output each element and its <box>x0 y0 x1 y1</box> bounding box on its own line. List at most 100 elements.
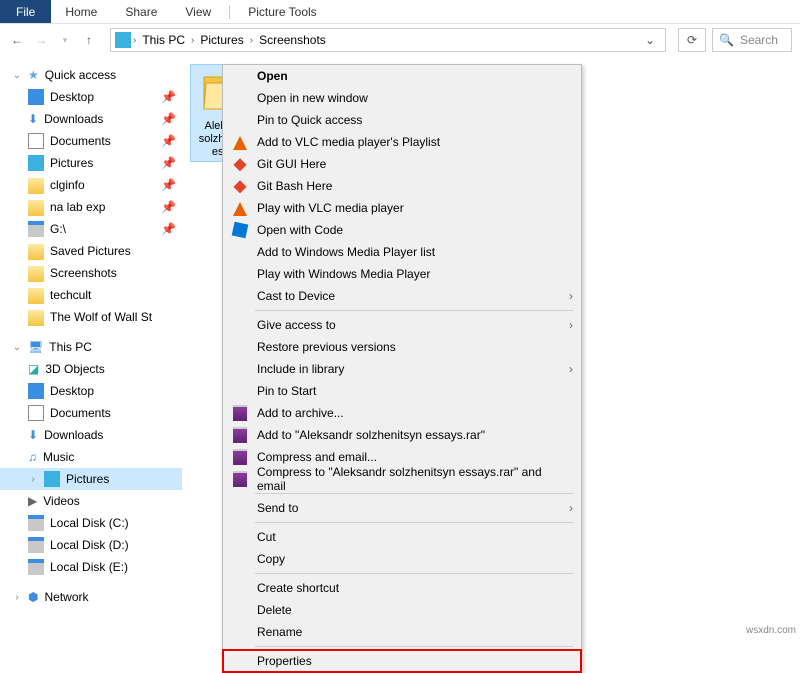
sidebar-item-techcult[interactable]: techcult <box>0 284 182 306</box>
sidebar-item-wolfwallst[interactable]: The Wolf of Wall St <box>0 306 182 328</box>
menu-label: Send to <box>257 501 561 515</box>
chevron-right-icon: › <box>569 289 573 303</box>
breadcrumb-thispc[interactable]: This PC <box>138 33 189 47</box>
vscode-icon <box>231 221 249 239</box>
sidebar-item-desktop2[interactable]: Desktop <box>0 380 182 402</box>
tab-home[interactable]: Home <box>51 1 111 23</box>
chevron-right-icon: › <box>569 318 573 332</box>
sidebar-item-pictures[interactable]: Pictures📌 <box>0 152 182 174</box>
tab-picture-tools[interactable]: Picture Tools <box>234 1 330 23</box>
menu-pin-quick-access[interactable]: Pin to Quick access <box>223 109 581 131</box>
menu-play-wmp[interactable]: Play with Windows Media Player <box>223 263 581 285</box>
menu-label: Open <box>257 69 573 83</box>
menu-play-vlc[interactable]: Play with VLC media player <box>223 197 581 219</box>
sidebar-label: This PC <box>49 340 92 354</box>
sidebar-item-documents2[interactable]: Documents <box>0 402 182 424</box>
chevron-right-icon[interactable]: › <box>250 35 253 46</box>
menu-create-shortcut[interactable]: Create shortcut <box>223 577 581 599</box>
search-placeholder: Search <box>740 33 778 47</box>
menu-cut[interactable]: Cut <box>223 526 581 548</box>
3d-icon: ◪ <box>28 362 39 376</box>
sidebar-this-pc[interactable]: ⌄ 🖥 This PC <box>0 336 182 358</box>
menu-include-library[interactable]: Include in library› <box>223 358 581 380</box>
winrar-icon <box>231 470 249 488</box>
menu-label: Pin to Quick access <box>257 113 573 127</box>
pin-icon: 📌 <box>161 178 176 192</box>
sidebar-item-label: clginfo <box>50 178 85 192</box>
sidebar-item-documents[interactable]: Documents📌 <box>0 130 182 152</box>
music-icon: ♫ <box>28 450 37 464</box>
chevron-right-icon[interactable]: › <box>28 474 38 485</box>
recent-dropdown[interactable]: ▾ <box>56 31 74 49</box>
breadcrumb-pictures[interactable]: Pictures <box>196 33 247 47</box>
search-input[interactable]: 🔍 Search <box>712 28 792 52</box>
sidebar-item-localc[interactable]: Local Disk (C:) <box>0 512 182 534</box>
menu-restore[interactable]: Restore previous versions <box>223 336 581 358</box>
menu-open-new-window[interactable]: Open in new window <box>223 87 581 109</box>
sidebar-item-pictures2[interactable]: ›Pictures <box>0 468 182 490</box>
context-menu: Open Open in new window Pin to Quick acc… <box>222 64 582 673</box>
tab-file[interactable]: File <box>0 0 51 23</box>
folder-icon <box>28 310 44 326</box>
menu-open[interactable]: Open <box>223 65 581 87</box>
search-icon: 🔍 <box>719 33 734 47</box>
tab-separator <box>229 5 230 19</box>
menu-label: Open in new window <box>257 91 573 105</box>
breadcrumb[interactable]: › This PC › Pictures › Screenshots ⌄ <box>110 28 666 52</box>
sidebar-item-label: Desktop <box>50 384 94 398</box>
sidebar-item-screenshots[interactable]: Screenshots <box>0 262 182 284</box>
sidebar-item-locale[interactable]: Local Disk (E:) <box>0 556 182 578</box>
chevron-down-icon[interactable]: ⌄ <box>12 70 22 81</box>
sidebar-item-nalabexp[interactable]: na lab exp📌 <box>0 196 182 218</box>
breadcrumb-screenshots[interactable]: Screenshots <box>255 33 330 47</box>
menu-pin-start[interactable]: Pin to Start <box>223 380 581 402</box>
sidebar-quick-access[interactable]: ⌄ ★ Quick access <box>0 64 182 86</box>
menu-give-access[interactable]: Give access to› <box>223 314 581 336</box>
menu-label: Open with Code <box>257 223 573 237</box>
menu-label: Include in library <box>257 362 561 376</box>
menu-git-bash[interactable]: ◆Git Bash Here <box>223 175 581 197</box>
sidebar-item-videos[interactable]: ▶Videos <box>0 490 182 512</box>
back-button[interactable]: ← <box>8 31 26 49</box>
menu-separator <box>255 646 573 647</box>
menu-send-to[interactable]: Send to› <box>223 497 581 519</box>
sidebar-item-desktop[interactable]: Desktop📌 <box>0 86 182 108</box>
refresh-button[interactable]: ⟳ <box>678 28 706 52</box>
chevron-right-icon[interactable]: › <box>133 35 136 46</box>
forward-button[interactable]: → <box>32 31 50 49</box>
menu-delete[interactable]: Delete <box>223 599 581 621</box>
menu-label: Pin to Start <box>257 384 573 398</box>
breadcrumb-dropdown[interactable]: ⌄ <box>639 33 661 47</box>
menu-compress-rar-email[interactable]: Compress to "Aleksandr solzhenitsyn essa… <box>223 468 581 490</box>
winrar-icon <box>231 448 249 466</box>
chevron-right-icon[interactable]: › <box>12 592 22 603</box>
sidebar-item-label: Downloads <box>44 428 103 442</box>
up-button[interactable]: ↑ <box>80 31 98 49</box>
sidebar-item-downloads[interactable]: ⬇Downloads📌 <box>0 108 182 130</box>
sidebar-item-label: G:\ <box>50 222 66 236</box>
tab-view[interactable]: View <box>171 1 225 23</box>
tab-share[interactable]: Share <box>111 1 171 23</box>
chevron-down-icon[interactable]: ⌄ <box>12 342 22 353</box>
menu-rename[interactable]: Rename <box>223 621 581 643</box>
menu-label: Copy <box>257 552 573 566</box>
menu-properties[interactable]: Properties <box>223 650 581 672</box>
desktop-icon <box>28 383 44 399</box>
menu-add-vlc-playlist[interactable]: Add to VLC media player's Playlist <box>223 131 581 153</box>
menu-cast-device[interactable]: Cast to Device› <box>223 285 581 307</box>
sidebar-item-music[interactable]: ♫Music <box>0 446 182 468</box>
menu-add-archive[interactable]: Add to archive... <box>223 402 581 424</box>
menu-git-gui[interactable]: ◆Git GUI Here <box>223 153 581 175</box>
sidebar-item-downloads2[interactable]: ⬇Downloads <box>0 424 182 446</box>
sidebar-item-savedpics[interactable]: Saved Pictures <box>0 240 182 262</box>
chevron-right-icon[interactable]: › <box>191 35 194 46</box>
menu-add-rar[interactable]: Add to "Aleksandr solzhenitsyn essays.ra… <box>223 424 581 446</box>
menu-open-code[interactable]: Open with Code <box>223 219 581 241</box>
sidebar-item-locald[interactable]: Local Disk (D:) <box>0 534 182 556</box>
sidebar-item-clginfo[interactable]: clginfo 📌 <box>0 174 182 196</box>
sidebar-item-gdrive[interactable]: G:\📌 <box>0 218 182 240</box>
menu-copy[interactable]: Copy <box>223 548 581 570</box>
sidebar-item-3dobjects[interactable]: ◪3D Objects <box>0 358 182 380</box>
sidebar-network[interactable]: › ⬢ Network <box>0 586 182 608</box>
sidebar-item-label: Desktop <box>50 90 94 104</box>
